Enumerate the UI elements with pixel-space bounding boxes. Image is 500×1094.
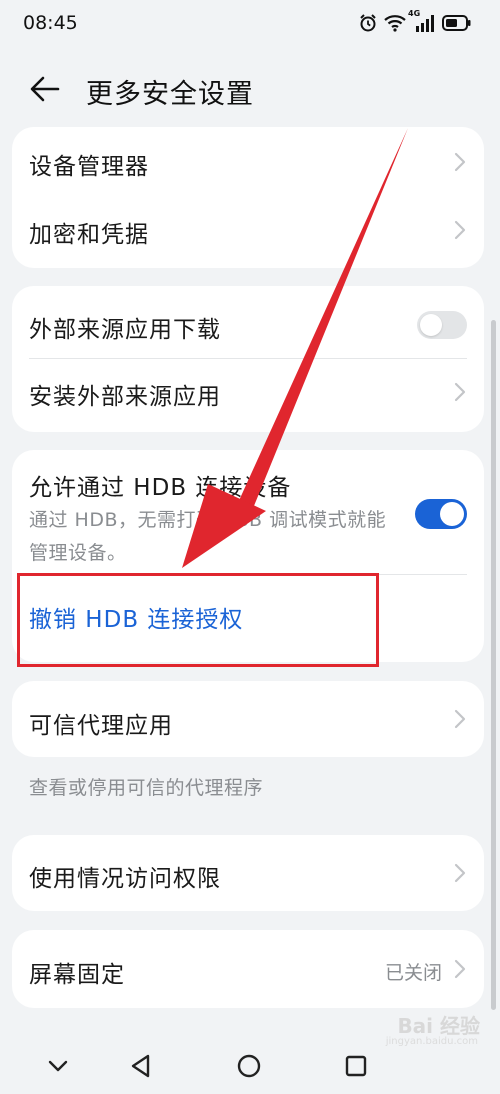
usage-access-row[interactable]: 使用情况访问权限: [12, 835, 484, 911]
status-time: 08:45: [23, 12, 78, 34]
toggle-knob: [420, 314, 442, 336]
device-manager-label: 设备管理器: [29, 154, 149, 180]
encryption-credentials-row[interactable]: 加密和凭据: [12, 197, 484, 267]
back-triangle-icon[interactable]: [127, 1052, 155, 1080]
alarm-icon: [358, 13, 378, 33]
arrow-left-icon[interactable]: [28, 72, 62, 106]
annotation-highlight-box: [17, 573, 379, 667]
status-icons: 4G: [358, 9, 472, 35]
chevron-right-icon: [454, 220, 466, 240]
watermark: Bai 经验: [397, 1014, 480, 1038]
screen-pinning-value: 已关闭: [384, 962, 442, 984]
trust-agents-row[interactable]: 可信代理应用: [12, 681, 484, 757]
card-device-security: 设备管理器 加密和凭据: [12, 127, 484, 268]
trust-agents-label: 可信代理应用: [29, 713, 173, 739]
page-header: 更多安全设置: [0, 60, 500, 120]
recents-square-icon[interactable]: [342, 1052, 370, 1080]
chevron-down-icon[interactable]: [44, 1052, 72, 1080]
external-download-toggle[interactable]: [417, 311, 467, 339]
page-title: 更多安全设置: [86, 79, 254, 110]
wifi-icon: [384, 14, 406, 32]
screen-pinning-label: 屏幕固定: [29, 962, 125, 988]
hdb-row[interactable]: 允许通过 HDB 连接设备 通过 HDB，无需打开 USB 调试模式就能管理设备…: [12, 450, 484, 574]
hdb-label: 允许通过 HDB 连接设备: [29, 475, 292, 501]
scrollbar[interactable]: [491, 320, 496, 1010]
screen-pinning-row[interactable]: 屏幕固定 已关闭: [12, 930, 484, 1008]
home-circle-icon[interactable]: [235, 1052, 263, 1080]
toggle-knob: [440, 502, 464, 526]
usage-access-label: 使用情况访问权限: [29, 866, 221, 892]
trust-agents-note: 查看或停用可信的代理程序: [29, 777, 264, 799]
status-bar: 08:45 4G: [0, 0, 500, 48]
chevron-right-icon: [454, 959, 466, 979]
external-download-label: 外部来源应用下载: [29, 317, 221, 343]
hdb-description: 通过 HDB，无需打开 USB 调试模式就能管理设备。: [29, 509, 387, 564]
chevron-right-icon: [454, 382, 466, 402]
chevron-right-icon: [454, 152, 466, 172]
install-external-row[interactable]: 安装外部来源应用: [12, 359, 484, 432]
encryption-credentials-label: 加密和凭据: [29, 222, 149, 248]
device-manager-row[interactable]: 设备管理器: [12, 127, 484, 197]
external-download-row[interactable]: 外部来源应用下载: [12, 286, 484, 359]
card-trust-agents: 可信代理应用: [12, 681, 484, 757]
card-screen-pinning: 屏幕固定 已关闭: [12, 930, 484, 1008]
battery-icon: [442, 14, 472, 32]
network-type-label: 4G: [408, 9, 421, 18]
navigation-bar: [0, 1038, 500, 1094]
cellular-4g-icon: 4G: [408, 9, 436, 33]
card-external-sources: 外部来源应用下载 安装外部来源应用: [12, 286, 484, 432]
chevron-right-icon: [454, 709, 466, 729]
chevron-right-icon: [454, 863, 466, 883]
hdb-toggle[interactable]: [415, 499, 467, 529]
install-external-label: 安装外部来源应用: [29, 384, 221, 410]
card-usage-access: 使用情况访问权限: [12, 835, 484, 911]
